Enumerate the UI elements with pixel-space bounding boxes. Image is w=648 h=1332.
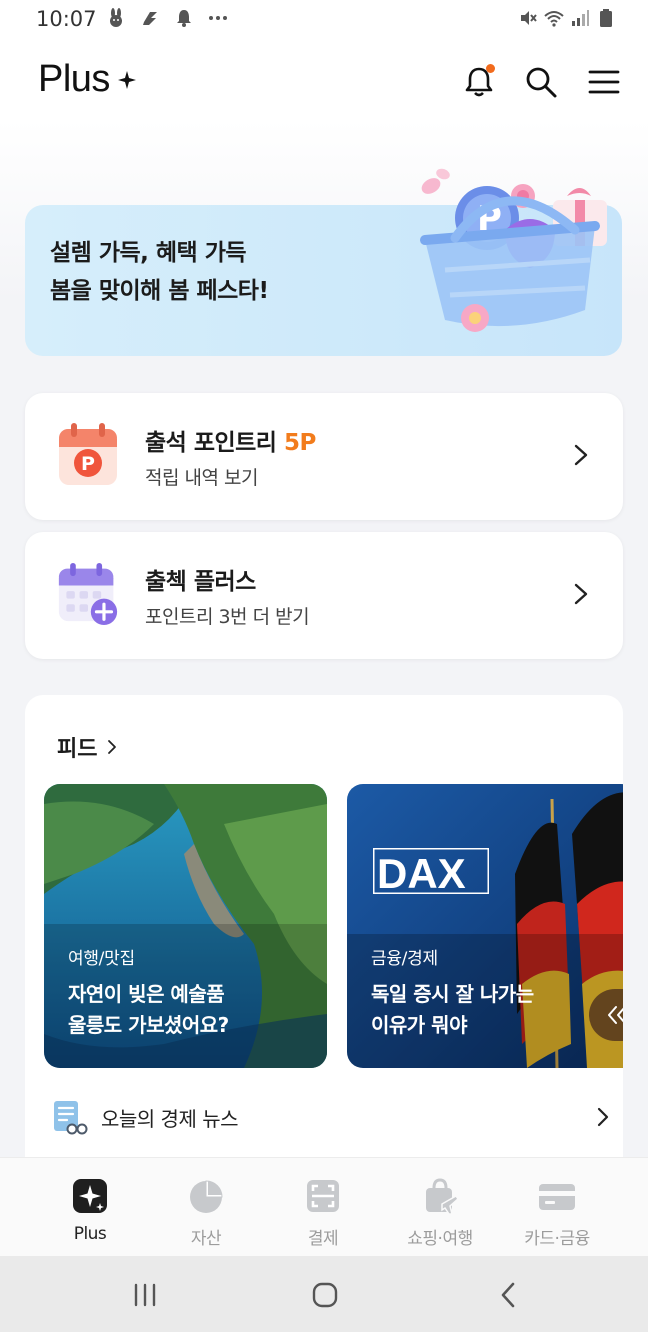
svg-text:P: P	[81, 453, 95, 475]
attendance-title: 출석 포인트리 5P	[145, 423, 316, 457]
banner-line-2: 봄을 맞이해 봄 페스타!	[50, 278, 269, 304]
economy-news-label: 오늘의 경제 뉴스	[101, 1107, 239, 1131]
battery-icon	[600, 9, 612, 27]
recent-apps-button[interactable]	[125, 1278, 165, 1312]
newspaper-glasses-icon	[54, 1101, 88, 1135]
tab-label: 쇼핑·여행	[407, 1229, 473, 1249]
feed-headline: 자연이 빚은 예술품 울릉도 가보셨어요?	[68, 979, 229, 1041]
feed-headline-line: 울릉도 가보셨어요?	[68, 1013, 229, 1037]
tab-card-finance[interactable]: 카드·금융	[498, 1176, 616, 1249]
feed-category: 금융/경제	[371, 949, 438, 969]
status-time: 10:07	[36, 7, 97, 31]
signal-icon	[572, 10, 589, 26]
pie-chart-icon	[190, 1180, 223, 1213]
plus-sparkle-icon	[73, 1179, 107, 1213]
chevron-right-icon	[574, 583, 588, 605]
app-header: Plus	[0, 50, 648, 114]
tab-shopping-travel[interactable]: 쇼핑·여행	[381, 1176, 499, 1249]
attendance-points-card[interactable]: P 출석 포인트리 5P 적립 내역 보기	[25, 393, 623, 520]
recent-apps-icon	[134, 1283, 156, 1307]
tab-label: Plus	[73, 1224, 107, 1244]
home-button[interactable]	[305, 1278, 345, 1312]
tab-plus[interactable]: Plus	[31, 1176, 149, 1246]
feed-headline: 독일 증시 잘 나가는 이유가 뭐야	[371, 979, 534, 1041]
double-chevron-left-icon	[607, 1006, 623, 1024]
feed-headline-line: 이유가 뭐야	[371, 1013, 467, 1037]
chevron-right-icon	[597, 1107, 609, 1127]
app-title-text: Plus	[38, 58, 110, 100]
system-navigation-bar	[0, 1256, 648, 1332]
feed-headline-line: 독일 증시 잘 나가는	[371, 982, 534, 1006]
mute-icon	[521, 11, 537, 25]
calendar-points-icon: P	[59, 423, 117, 485]
feed-card-travel[interactable]: 여행/맛집 자연이 빚은 예술품 울릉도 가보셨어요?	[44, 784, 327, 1068]
attendance-title-text: 출석 포인트리	[145, 430, 284, 456]
feed-header[interactable]: 피드	[57, 731, 117, 763]
tab-payment[interactable]: 결제	[264, 1176, 382, 1249]
attendance-plus-subtitle: 포인트리 3번 더 받기	[145, 606, 310, 628]
dax-logo-text: DAX	[377, 850, 466, 894]
tab-label: 결제	[307, 1229, 339, 1249]
attendance-plus-card[interactable]: 출첵 플러스 포인트리 3번 더 받기	[25, 532, 623, 659]
economy-news-row[interactable]: 오늘의 경제 뉴스	[50, 1093, 610, 1141]
notification-button[interactable]	[459, 62, 499, 102]
notification-dot	[486, 64, 495, 73]
back-button[interactable]	[488, 1278, 528, 1312]
shopping-bag-plane-icon	[426, 1178, 459, 1215]
app-screen: 10:07 Plus 설렘 가득, 혜택 가득 봄을 맞이해 봄 페스타! P …	[0, 0, 648, 1332]
feed-panel: 피드 여행/맛집 자연이 빚은 예술품 울릉도 가보셨어요? DAX 금융/경제…	[25, 695, 623, 1165]
feed-carousel[interactable]: 여행/맛집 자연이 빚은 예술품 울릉도 가보셨어요? DAX 금융/경제 독일…	[44, 784, 623, 1068]
feed-headline-line: 자연이 빚은 예술품	[68, 982, 225, 1006]
tab-label: 자산	[190, 1229, 222, 1249]
s-app-icon	[143, 12, 157, 25]
search-button[interactable]	[521, 62, 561, 102]
dax-logo: DAX	[371, 846, 491, 897]
attendance-points-value: 5P	[283, 430, 316, 456]
more-dots-icon	[209, 16, 227, 20]
back-icon	[501, 1282, 515, 1308]
banner-line-1: 설렘 가득, 혜택 가득	[50, 240, 247, 266]
dax-logo-mark: DAX	[371, 846, 491, 897]
status-bar: 10:07	[0, 0, 648, 40]
search-icon	[526, 67, 557, 98]
wifi-icon	[544, 11, 564, 27]
credit-card-icon	[539, 1184, 575, 1210]
sparkle-icon	[117, 70, 136, 89]
promo-banner[interactable]: 설렘 가득, 혜택 가득 봄을 맞이해 봄 페스타! P	[25, 168, 622, 356]
tab-label: 카드·금융	[524, 1229, 590, 1249]
rabbit-icon	[110, 8, 122, 27]
app-title: Plus	[38, 58, 136, 101]
attendance-plus-title: 출첵 플러스	[145, 569, 256, 595]
bottom-tab-bar: Plus 자산 결제 쇼핑·여행 카드·금융	[0, 1157, 648, 1256]
chevron-right-icon	[574, 444, 588, 466]
menu-button[interactable]	[584, 62, 624, 102]
scan-pay-icon	[307, 1180, 339, 1212]
feed-card-finance[interactable]: DAX 금융/경제 독일 증시 잘 나가는 이유가 뭐야	[347, 784, 623, 1068]
chevron-right-icon	[108, 740, 117, 754]
home-icon	[312, 1282, 338, 1308]
feed-title: 피드	[57, 737, 98, 762]
tab-assets[interactable]: 자산	[147, 1176, 265, 1249]
feed-category: 여행/맛집	[68, 949, 135, 969]
attendance-subtitle: 적립 내역 보기	[145, 467, 258, 489]
calendar-plus-icon	[58, 562, 118, 625]
hamburger-menu-icon	[588, 70, 620, 94]
notification-bell-icon	[177, 10, 191, 27]
gift-basket-illustration: P	[420, 168, 607, 332]
